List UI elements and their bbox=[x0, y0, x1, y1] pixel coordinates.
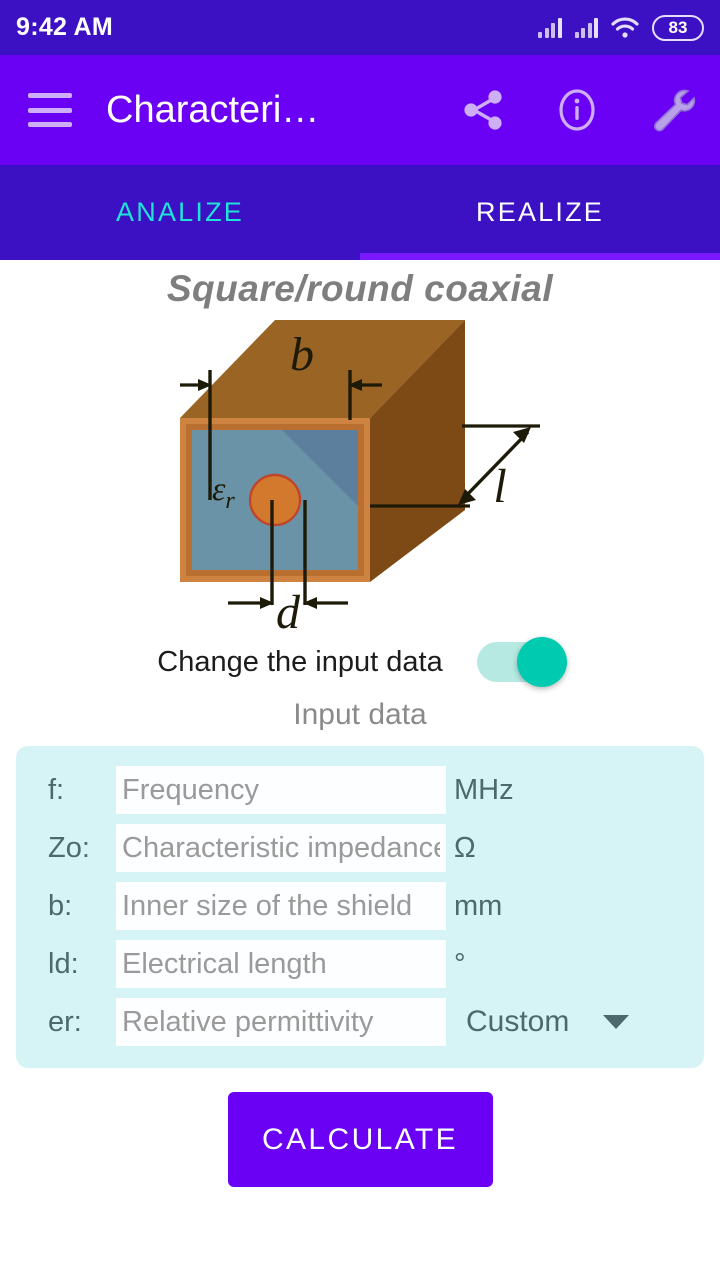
info-icon[interactable] bbox=[550, 83, 604, 137]
frequency-input[interactable] bbox=[116, 766, 446, 814]
dimension-label-d: d bbox=[276, 586, 301, 639]
field-unit-electrical-length: ° bbox=[454, 947, 466, 980]
dimension-label-l: l bbox=[493, 460, 506, 513]
status-bar: 9:42 AM 83 bbox=[0, 0, 720, 55]
field-label-shield-size: b: bbox=[48, 889, 73, 922]
field-label-frequency: f: bbox=[48, 773, 65, 806]
chevron-down-icon bbox=[603, 1015, 630, 1029]
battery-level: 83 bbox=[668, 17, 688, 37]
app-bar: Characteri… bbox=[0, 55, 720, 165]
permittivity-input[interactable] bbox=[116, 998, 446, 1046]
field-row-impedance: Zo: Ω bbox=[16, 822, 704, 874]
hamburger-menu-icon[interactable] bbox=[28, 93, 72, 127]
field-label-electrical-length: ld: bbox=[48, 947, 79, 980]
material-dropdown-value: Custom bbox=[466, 1005, 570, 1038]
change-input-data-toggle[interactable] bbox=[476, 637, 567, 687]
toggle-knob bbox=[516, 637, 567, 687]
app-bar-actions bbox=[456, 83, 698, 137]
electrical-length-input[interactable] bbox=[116, 940, 446, 988]
field-label-impedance: Zo: bbox=[48, 831, 90, 864]
coaxial-diagram: b d l εr bbox=[0, 310, 720, 640]
tab-bar: ANALIZE REALIZE bbox=[0, 165, 720, 260]
wrench-icon[interactable] bbox=[644, 83, 698, 137]
status-icons: 83 bbox=[538, 14, 704, 41]
tab-analize-label: ANALIZE bbox=[116, 197, 244, 227]
impedance-input[interactable] bbox=[116, 824, 446, 872]
field-unit-shield-size: mm bbox=[454, 889, 503, 922]
input-data-heading: Input data bbox=[293, 698, 427, 731]
calculate-row: CALCULATE bbox=[0, 1092, 720, 1187]
field-unit-impedance: Ω bbox=[454, 831, 476, 864]
field-unit-frequency: MHz bbox=[454, 773, 514, 806]
battery-icon: 83 bbox=[652, 14, 704, 41]
status-clock: 9:42 AM bbox=[16, 13, 114, 41]
field-row-frequency: f: MHz bbox=[16, 764, 704, 816]
tab-active-indicator bbox=[360, 253, 720, 260]
field-row-shield-size: b: mm bbox=[16, 880, 704, 932]
shield-size-input[interactable] bbox=[116, 882, 446, 930]
dimension-label-b: b bbox=[290, 328, 314, 381]
wifi-icon bbox=[611, 16, 639, 39]
field-label-permittivity: er: bbox=[48, 1005, 82, 1038]
material-dropdown[interactable]: Custom bbox=[466, 1005, 630, 1039]
tab-realize-label: REALIZE bbox=[476, 197, 604, 227]
field-row-permittivity: er: Custom bbox=[16, 996, 704, 1048]
field-row-electrical-length: ld: ° bbox=[16, 938, 704, 990]
change-input-data-label: Change the input data bbox=[157, 645, 443, 678]
input-data-panel: f: MHz Zo: Ω b: mm ld: ° er: Custom bbox=[16, 746, 704, 1068]
calculate-button[interactable]: CALCULATE bbox=[227, 1092, 493, 1187]
figure-title: Square/round coaxial bbox=[166, 268, 554, 309]
tab-realize[interactable]: REALIZE bbox=[360, 165, 720, 260]
change-input-data-row: Change the input data bbox=[0, 637, 720, 687]
share-icon[interactable] bbox=[456, 83, 510, 137]
signal-bars-icon bbox=[574, 17, 598, 38]
main-content: Square/round coaxial b d l εr Change the… bbox=[0, 260, 720, 1280]
tab-analize[interactable]: ANALIZE bbox=[0, 165, 360, 260]
page-title: Characteri… bbox=[106, 88, 320, 131]
signal-bars-icon bbox=[538, 17, 562, 38]
